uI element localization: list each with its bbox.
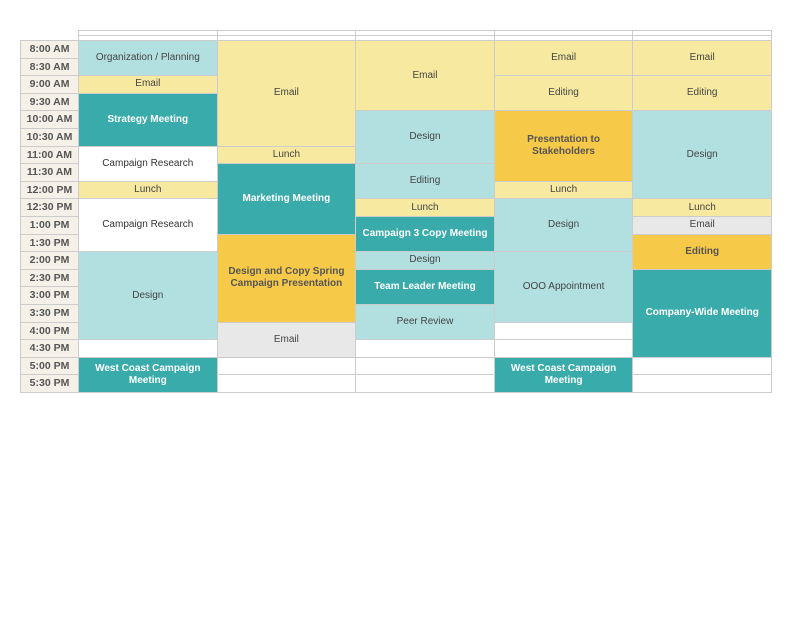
time-label: 5:30 PM — [21, 375, 79, 393]
time-label: 4:30 PM — [21, 340, 79, 358]
schedule-cell: OOO Appointment — [494, 252, 633, 322]
schedule-cell: Lunch — [356, 199, 495, 217]
time-label: 10:30 AM — [21, 128, 79, 146]
schedule-cell: Campaign 3 Copy Meeting — [356, 216, 495, 251]
schedule-cell: Email — [633, 216, 772, 234]
schedule-cell: Email — [217, 322, 356, 357]
schedule-cell: Campaign Research — [79, 199, 218, 252]
schedule-cell: Team Leader Meeting — [356, 269, 495, 304]
empty-cell — [79, 340, 218, 358]
schedule-cell: Organization / Planning — [79, 41, 218, 76]
schedule-cell: Peer Review — [356, 304, 495, 339]
time-label: 10:00 AM — [21, 111, 79, 129]
schedule-cell: Email — [356, 41, 495, 111]
empty-cell — [633, 375, 772, 393]
schedule-cell: Lunch — [494, 181, 633, 199]
schedule-cell: Email — [217, 41, 356, 147]
time-label: 1:00 PM — [21, 216, 79, 234]
schedule-cell: Design — [633, 111, 772, 199]
time-label: 4:00 PM — [21, 322, 79, 340]
time-label: 11:00 AM — [21, 146, 79, 164]
schedule-cell: Design and Copy Spring Campaign Presenta… — [217, 234, 356, 322]
empty-cell — [494, 340, 633, 358]
schedule-cell: Design — [356, 111, 495, 164]
schedule-cell: Email — [494, 41, 633, 76]
schedule-cell: Design — [79, 252, 218, 340]
time-label: 1:30 PM — [21, 234, 79, 252]
schedule-table: 8:00 AMOrganization / PlanningEmailEmail… — [20, 30, 772, 393]
schedule-cell: Design — [494, 199, 633, 252]
schedule-body: 8:00 AMOrganization / PlanningEmailEmail… — [21, 41, 772, 393]
time-label: 5:00 PM — [21, 357, 79, 375]
schedule-cell: Campaign Research — [79, 146, 218, 181]
schedule-cell: Company-Wide Meeting — [633, 269, 772, 357]
schedule-cell: Lunch — [633, 199, 772, 217]
empty-cell — [633, 357, 772, 375]
schedule-cell: Editing — [633, 76, 772, 111]
schedule-cell: Strategy Meeting — [79, 93, 218, 146]
empty-cell — [494, 322, 633, 340]
schedule-row: 8:00 AMOrganization / PlanningEmailEmail… — [21, 41, 772, 59]
schedule-cell: Presentation to Stakeholders — [494, 111, 633, 181]
time-label: 12:30 PM — [21, 199, 79, 217]
time-label: 12:00 PM — [21, 181, 79, 199]
time-label: 11:30 AM — [21, 164, 79, 182]
time-label: 8:30 AM — [21, 58, 79, 76]
empty-cell — [356, 375, 495, 393]
time-label: 3:30 PM — [21, 304, 79, 322]
empty-cell — [217, 357, 356, 375]
page: 8:00 AMOrganization / PlanningEmailEmail… — [0, 0, 792, 403]
schedule-row: 5:00 PMWest Coast Campaign MeetingWest C… — [21, 357, 772, 375]
time-label: 8:00 AM — [21, 41, 79, 59]
time-label: 9:00 AM — [21, 76, 79, 94]
schedule-cell: Lunch — [217, 146, 356, 164]
schedule-cell: Email — [79, 76, 218, 94]
empty-cell — [356, 340, 495, 358]
time-label: 3:00 PM — [21, 287, 79, 305]
schedule-cell: Editing — [356, 164, 495, 199]
time-label: 2:30 PM — [21, 269, 79, 287]
time-label: 2:00 PM — [21, 252, 79, 270]
schedule-cell: Marketing Meeting — [217, 164, 356, 234]
empty-cell — [356, 357, 495, 375]
schedule-cell: Email — [633, 41, 772, 76]
empty-cell — [217, 375, 356, 393]
schedule-cell: West Coast Campaign Meeting — [79, 357, 218, 392]
schedule-cell: Design — [356, 252, 495, 270]
schedule-cell: Editing — [633, 234, 772, 269]
schedule-cell: Editing — [494, 76, 633, 111]
schedule-row: 12:30 PMCampaign ResearchLunchDesignLunc… — [21, 199, 772, 217]
schedule-cell: West Coast Campaign Meeting — [494, 357, 633, 392]
time-label: 9:30 AM — [21, 93, 79, 111]
schedule-cell: Lunch — [79, 181, 218, 199]
